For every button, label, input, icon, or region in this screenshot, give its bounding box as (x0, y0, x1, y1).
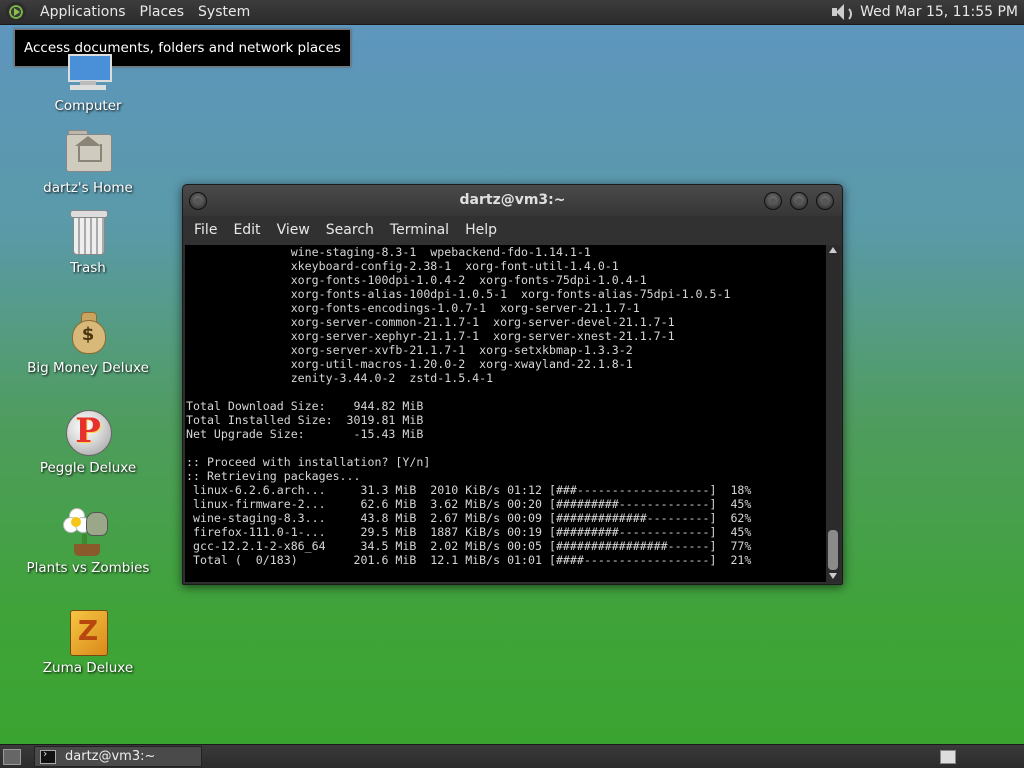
menu-terminal[interactable]: Terminal (382, 216, 457, 245)
scroll-down-arrow-icon[interactable] (829, 573, 837, 579)
terminal-line: zenity-3.44.0-2 zstd-1.5.4-1 (186, 371, 494, 385)
terminal-line: Total ( 0/183) 201.6 MiB 12.1 MiB/s 01:0… (186, 553, 752, 567)
terminal-line: xorg-server-common-21.1.7-1 xorg-server-… (186, 315, 675, 329)
terminal-line: xorg-server-xephyr-21.1.7-1 xorg-server-… (186, 329, 675, 343)
terminal-line: Total Installed Size: 3019.81 MiB (186, 413, 424, 427)
menu-file[interactable]: File (186, 216, 225, 245)
terminal-line: xorg-fonts-100dpi-1.0.4-2 xorg-fonts-75d… (186, 273, 647, 287)
menu-search[interactable]: Search (318, 216, 382, 245)
scroll-up-arrow-icon[interactable] (829, 247, 837, 253)
desktop-icon-label: dartz's Home (43, 180, 133, 196)
desktop-icon-big-money[interactable]: $ Big Money Deluxe (18, 308, 158, 376)
computer-icon (64, 50, 112, 94)
terminal-window[interactable]: dartz@vm3:~ File Edit View Search Termin… (182, 184, 843, 585)
terminal-line: wine-staging-8.3... 43.8 MiB 2.67 MiB/s … (186, 511, 752, 525)
peggle-icon: P (64, 408, 112, 456)
terminal-line: xorg-fonts-encodings-1.0.7-1 xorg-server… (186, 301, 640, 315)
terminal-icon (40, 747, 56, 764)
minimize-button[interactable] (764, 192, 782, 210)
desktop-icon-plants-vs-zombies[interactable]: Plants vs Zombies (18, 508, 158, 576)
desktop-icon-label: Plants vs Zombies (26, 560, 150, 576)
terminal-line: linux-6.2.6.arch... 31.3 MiB 2010 KiB/s … (186, 483, 752, 497)
terminal-line: Total Download Size: 944.82 MiB (186, 399, 424, 413)
taskbar-item-label: dartz@vm3:~ (65, 749, 156, 764)
terminal-line: :: Retrieving packages... (186, 469, 361, 483)
home-folder-icon (64, 128, 112, 176)
top-panel: Applications Places System Wed Mar 15, 1… (0, 0, 1024, 25)
desktop-icon-computer[interactable]: Computer (18, 50, 158, 114)
terminal-line: linux-firmware-2... 62.6 MiB 3.62 MiB/s … (186, 497, 752, 511)
workspace-switcher-icon[interactable] (940, 750, 956, 764)
bottom-panel: dartz@vm3:~ (0, 744, 1024, 768)
trash-icon (64, 208, 112, 256)
menu-help[interactable]: Help (457, 216, 505, 245)
terminal-line: xorg-util-macros-1.20.0-2 xorg-xwayland-… (186, 357, 633, 371)
terminal-line: xorg-fonts-alias-100dpi-1.0.5-1 xorg-fon… (186, 287, 731, 301)
desktop-icon-peggle[interactable]: P Peggle Deluxe (18, 408, 158, 476)
money-bag-icon: $ (64, 308, 112, 356)
terminal-scrollbar[interactable] (826, 245, 840, 582)
clock[interactable]: Wed Mar 15, 11:55 PM (860, 4, 1018, 20)
window-title: dartz@vm3:~ (459, 192, 566, 208)
terminal-line: :: Proceed with installation? [Y/n] (186, 455, 431, 469)
applications-menu[interactable]: Applications (33, 0, 133, 25)
desktop-icon-label: Zuma Deluxe (42, 660, 134, 676)
terminal-line: wine-staging-8.3-1 wpebackend-fdo-1.14.1… (186, 245, 591, 259)
terminal-output[interactable]: wine-staging-8.3-1 wpebackend-fdo-1.14.1… (185, 245, 826, 582)
desktop-icon-label: Trash (70, 260, 106, 276)
desktop-icon-label: Computer (54, 98, 122, 114)
terminal-line: gcc-12.2.1-2-x86_64 34.5 MiB 2.02 MiB/s … (186, 539, 752, 553)
desktop-icon-home[interactable]: dartz's Home (18, 128, 158, 196)
top-panel-tray: Wed Mar 15, 11:55 PM (830, 3, 1024, 22)
terminal-line: xorg-server-xvfb-21.1.7-1 xorg-setxkbmap… (186, 343, 633, 357)
distro-logo-icon[interactable] (6, 2, 26, 22)
terminal-menubar: File Edit View Search Terminal Help (183, 216, 842, 245)
zuma-icon: Z (64, 608, 112, 656)
desktop-icon-label: Peggle Deluxe (39, 460, 137, 476)
plants-vs-zombies-icon (63, 508, 112, 556)
terminal-line: firefox-111.0-1-... 29.5 MiB 1887 KiB/s … (186, 525, 752, 539)
desktop-icon-label: Big Money Deluxe (27, 360, 149, 376)
places-menu[interactable]: Places (133, 0, 192, 25)
terminal-line: xkeyboard-config-2.38-1 xorg-font-util-1… (186, 259, 619, 273)
close-button[interactable] (816, 192, 834, 210)
maximize-button[interactable] (790, 192, 808, 210)
desktop-icon-trash[interactable]: Trash (18, 208, 158, 276)
show-desktop-icon[interactable] (3, 749, 21, 765)
taskbar-item-terminal[interactable]: dartz@vm3:~ (34, 746, 202, 767)
desktop-icon-zuma[interactable]: Z Zuma Deluxe (18, 608, 158, 676)
menu-view[interactable]: View (269, 216, 318, 245)
terminal-titlebar[interactable]: dartz@vm3:~ (183, 185, 842, 216)
system-menu[interactable]: System (191, 0, 257, 25)
volume-icon[interactable] (830, 3, 853, 22)
terminal-line: Net Upgrade Size: -15.43 MiB (186, 427, 424, 441)
scroll-thumb[interactable] (828, 530, 838, 570)
menu-edit[interactable]: Edit (225, 216, 268, 245)
terminal-text: wine-staging-8.3-1 wpebackend-fdo-1.14.1… (185, 245, 826, 567)
